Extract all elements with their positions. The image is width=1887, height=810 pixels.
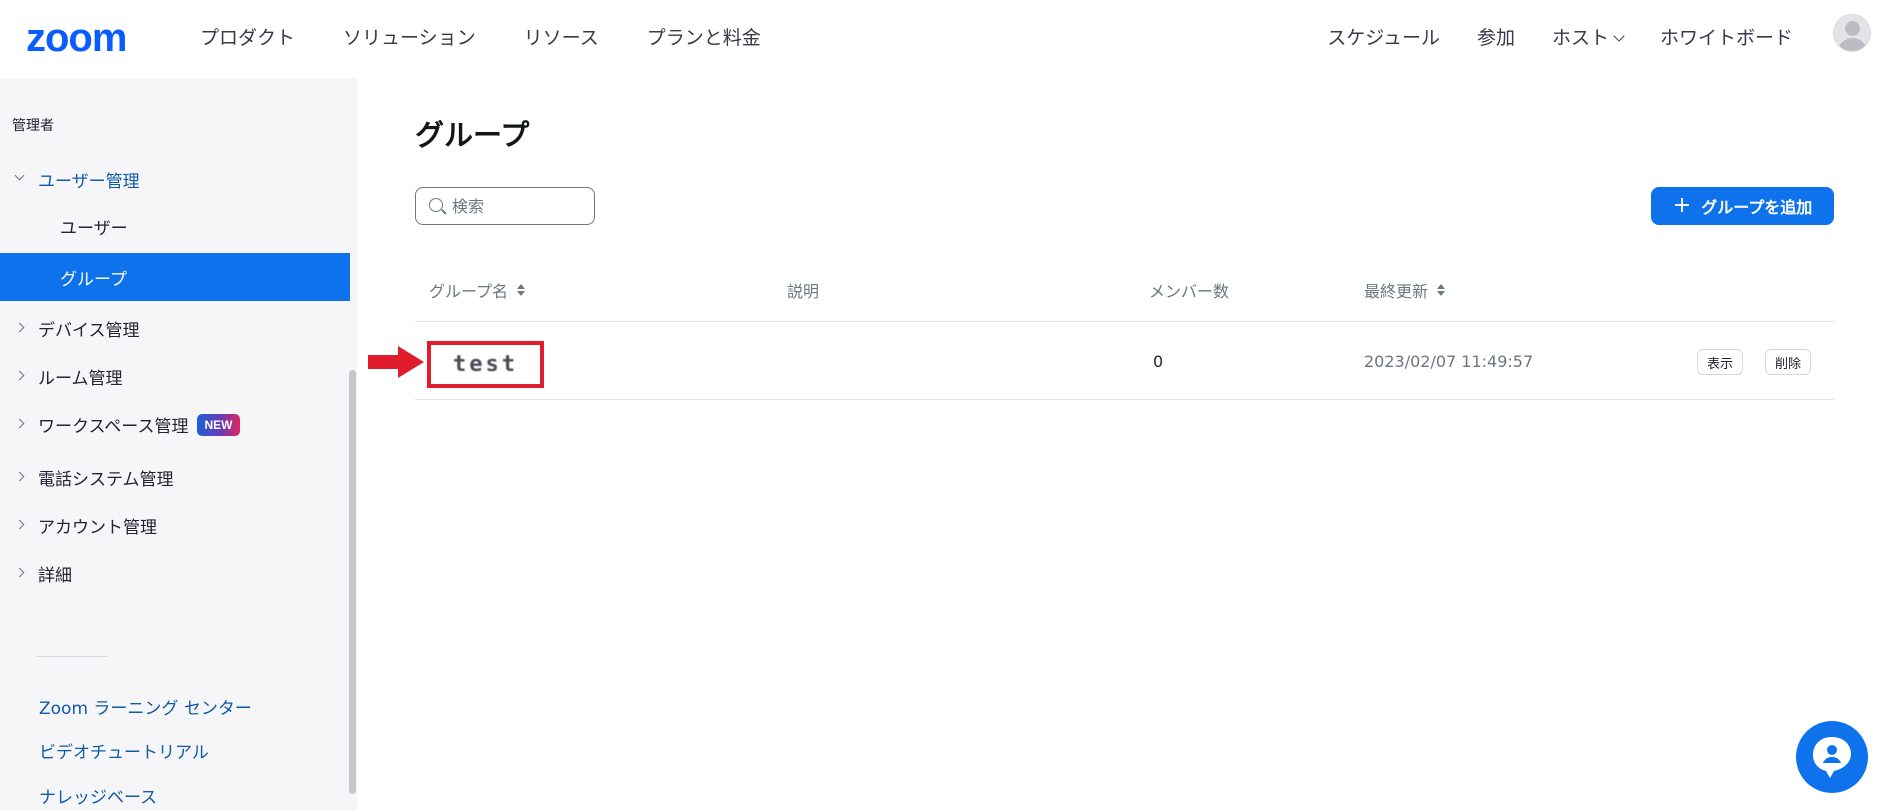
sidebar-item-workspace-management[interactable]: ワークスペース管理 NEW — [0, 400, 350, 448]
chevron-right-icon — [14, 418, 25, 429]
column-group-name[interactable]: グループ名 — [429, 278, 526, 302]
view-button[interactable]: 表示 — [1697, 349, 1744, 375]
new-badge: NEW — [197, 414, 240, 436]
search-input[interactable] — [452, 194, 588, 218]
video-tutorials-link[interactable]: ビデオチュートリアル — [39, 738, 209, 763]
chevron-down-icon — [1613, 30, 1625, 42]
column-label: メンバー数 — [1149, 282, 1230, 301]
column-last-updated[interactable]: 最終更新 — [1364, 278, 1446, 302]
chevron-right-icon — [14, 370, 25, 381]
chat-bot-icon — [1813, 737, 1851, 778]
zoom-logo[interactable]: zoom — [26, 18, 127, 58]
red-arrow-annotation-icon — [368, 346, 424, 378]
chevron-right-icon — [14, 322, 25, 333]
sidebar-item-label: デバイス管理 — [38, 320, 140, 341]
sidebar-item-label: ユーザー — [60, 218, 128, 239]
sidebar-item-label: 詳細 — [38, 565, 72, 586]
table-row: test 0 2023/02/07 11:49:57 表示 削除 — [415, 322, 1834, 400]
delete-button[interactable]: 削除 — [1765, 349, 1812, 375]
nav-solutions[interactable]: ソリューション — [343, 22, 476, 54]
secondary-nav: スケジュール 参加 ホスト ホワイトボード — [1290, 22, 1793, 54]
admin-sidebar: 管理者 ユーザー管理 ユーザー グループ デバイス管理 ルーム管理 ワークスペー… — [0, 78, 357, 810]
sidebar-item-label: グループ — [60, 269, 127, 290]
primary-nav: プロダクト ソリューション リソース プランと料金 — [200, 22, 809, 54]
column-label: グループ名 — [429, 282, 509, 301]
chevron-down-icon — [14, 170, 25, 181]
sidebar-divider — [36, 656, 108, 657]
sidebar-item-label: ルーム管理 — [38, 368, 123, 389]
chevron-right-icon — [14, 519, 25, 530]
sidebar-item-room-management[interactable]: ルーム管理 — [0, 352, 350, 400]
column-label: 説明 — [787, 282, 820, 301]
column-member-count: メンバー数 — [1149, 278, 1229, 302]
chevron-right-icon — [14, 471, 25, 482]
support-chat-button[interactable] — [1796, 721, 1868, 793]
search-icon — [429, 198, 443, 212]
column-description: 説明 — [787, 278, 819, 302]
nav-whiteboard[interactable]: ホワイトボード — [1660, 22, 1793, 54]
nav-plans-pricing[interactable]: プランと料金 — [647, 22, 761, 54]
nav-schedule[interactable]: スケジュール — [1327, 22, 1440, 54]
nav-products[interactable]: プロダクト — [200, 22, 295, 54]
sidebar-item-advanced[interactable]: 詳細 — [0, 549, 350, 597]
table-header: グループ名 説明 メンバー数 最終更新 — [415, 270, 1834, 322]
sort-icon — [1437, 284, 1446, 296]
sort-icon — [517, 284, 526, 296]
group-name-text: test — [453, 352, 518, 377]
column-label: 最終更新 — [1364, 282, 1429, 301]
group-name-link[interactable]: test — [427, 341, 544, 388]
top-navigation-bar: zoom プロダクト ソリューション リソース プランと料金 スケジュール 参加… — [0, 0, 1887, 78]
avatar-body-shape — [1838, 38, 1867, 51]
sidebar-item-label: ユーザー管理 — [38, 171, 140, 192]
sidebar-heading: 管理者 — [12, 118, 54, 134]
sidebar-item-label: 電話システム管理 — [38, 469, 174, 490]
add-group-label: グループを追加 — [1701, 198, 1813, 217]
nav-host-label: ホスト — [1551, 27, 1609, 49]
add-group-button[interactable]: + グループを追加 — [1651, 187, 1834, 225]
sidebar-item-users[interactable]: ユーザー — [0, 202, 350, 250]
nav-host[interactable]: ホスト — [1551, 22, 1625, 54]
sidebar-item-label: アカウント管理 — [38, 517, 157, 538]
knowledge-base-link[interactable]: ナレッジベース — [39, 783, 157, 808]
sidebar-item-account-management[interactable]: アカウント管理 — [0, 501, 350, 549]
sidebar-item-groups[interactable]: グループ — [0, 253, 350, 301]
sidebar-scrollbar[interactable] — [349, 370, 356, 794]
chevron-right-icon — [14, 567, 25, 578]
sidebar-item-user-management[interactable]: ユーザー管理 — [0, 155, 350, 203]
group-last-updated: 2023/02/07 11:49:57 — [1364, 351, 1534, 371]
search-box[interactable] — [415, 187, 595, 225]
nav-join[interactable]: 参加 — [1477, 22, 1515, 54]
page-title: グループ — [415, 118, 530, 152]
plus-icon: + — [1672, 193, 1692, 218]
avatar-head-shape — [1845, 21, 1860, 36]
sidebar-item-device-management[interactable]: デバイス管理 — [0, 304, 350, 352]
sidebar-item-label: ワークスペース管理 — [38, 416, 189, 437]
group-member-count: 0 — [1153, 351, 1164, 371]
learning-center-link[interactable]: Zoom ラーニング センター — [39, 694, 252, 719]
nav-resources[interactable]: リソース — [524, 22, 599, 54]
user-avatar[interactable] — [1833, 14, 1871, 52]
sidebar-item-phone-system-management[interactable]: 電話システム管理 — [0, 453, 350, 501]
